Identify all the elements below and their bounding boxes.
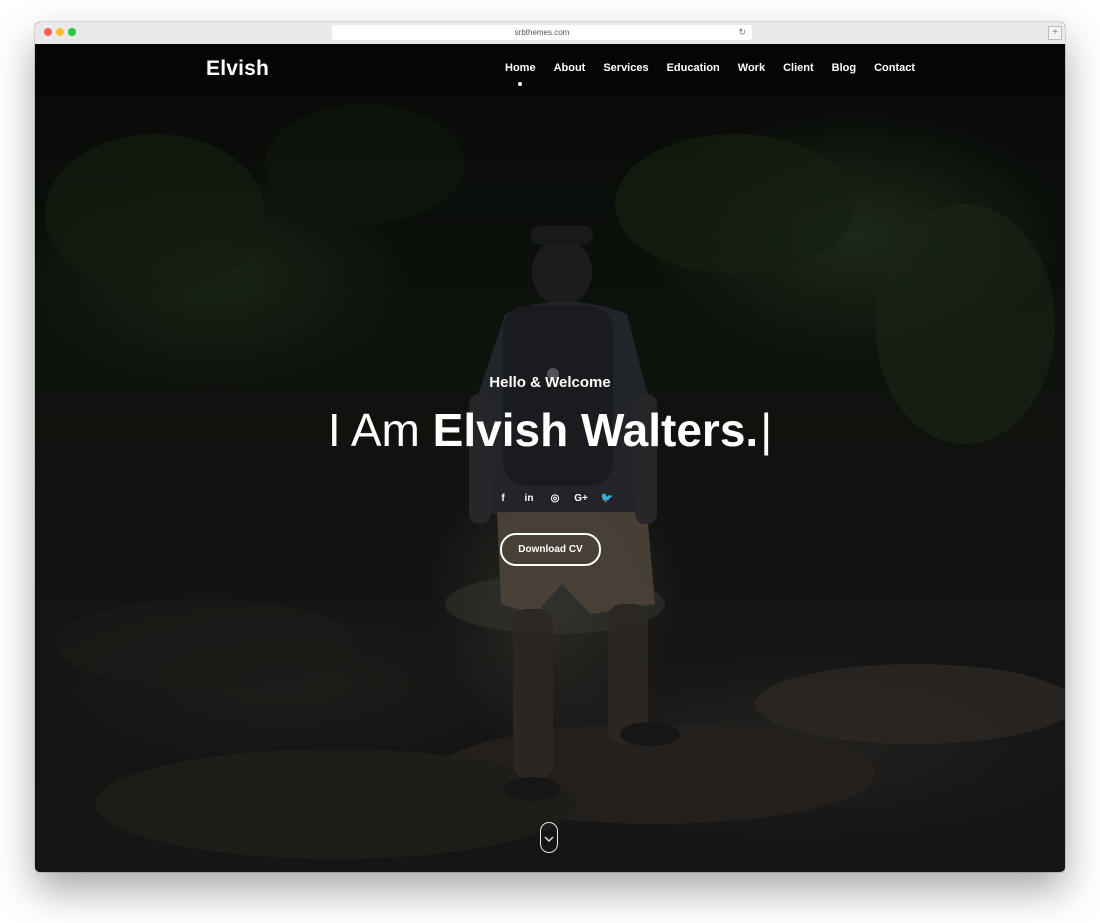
hero-greeting: Hello & Welcome <box>489 374 611 391</box>
nav-home[interactable]: Home <box>505 62 536 86</box>
top-navigation: Elvish Home About Services Education Wor… <box>35 44 1065 96</box>
close-window-button[interactable] <box>44 28 52 36</box>
typing-caret: | <box>760 404 773 456</box>
hero-headline: I Am Elvish Walters.| <box>35 402 1065 458</box>
google-plus-icon[interactable]: G+ <box>568 492 594 506</box>
scroll-down-indicator[interactable] <box>540 822 558 853</box>
download-cv-button[interactable]: Download CV <box>500 533 601 566</box>
linkedin-icon[interactable]: in <box>516 492 542 506</box>
nav-contact[interactable]: Contact <box>874 62 915 74</box>
site-logo[interactable]: Elvish <box>206 57 269 81</box>
maximize-window-button[interactable] <box>68 28 76 36</box>
hiker-figure <box>469 226 680 801</box>
nav-client[interactable]: Client <box>783 62 814 74</box>
nav-services[interactable]: Services <box>603 62 648 74</box>
address-text: srbthemes.com <box>514 28 570 37</box>
hero-background-image <box>45 104 1065 859</box>
headline-intro: I Am <box>327 404 433 456</box>
chevron-down-icon <box>544 836 554 842</box>
headline-name: Elvish Walters. <box>432 404 759 456</box>
main-menu: Home About Services Education Work Clien… <box>505 62 933 86</box>
nav-blog[interactable]: Blog <box>832 62 856 74</box>
social-links: f in ◎ G+ 🐦 <box>490 492 620 506</box>
browser-toolbar: srbthemes.com ↻ + <box>35 22 1065 45</box>
nav-education[interactable]: Education <box>667 62 720 74</box>
new-tab-icon[interactable]: + <box>1048 26 1062 40</box>
dribbble-icon[interactable]: ◎ <box>542 492 568 506</box>
facebook-icon[interactable]: f <box>490 492 516 506</box>
twitter-icon[interactable]: 🐦 <box>594 492 620 506</box>
nav-about[interactable]: About <box>554 62 586 74</box>
minimize-window-button[interactable] <box>56 28 64 36</box>
reload-icon[interactable]: ↻ <box>738 25 746 40</box>
nav-work[interactable]: Work <box>738 62 765 74</box>
browser-window: srbthemes.com ↻ + Elvish Home About Serv… <box>35 22 1065 872</box>
address-bar[interactable]: srbthemes.com ↻ <box>332 25 752 40</box>
hero-section: Elvish Home About Services Education Wor… <box>35 44 1065 872</box>
